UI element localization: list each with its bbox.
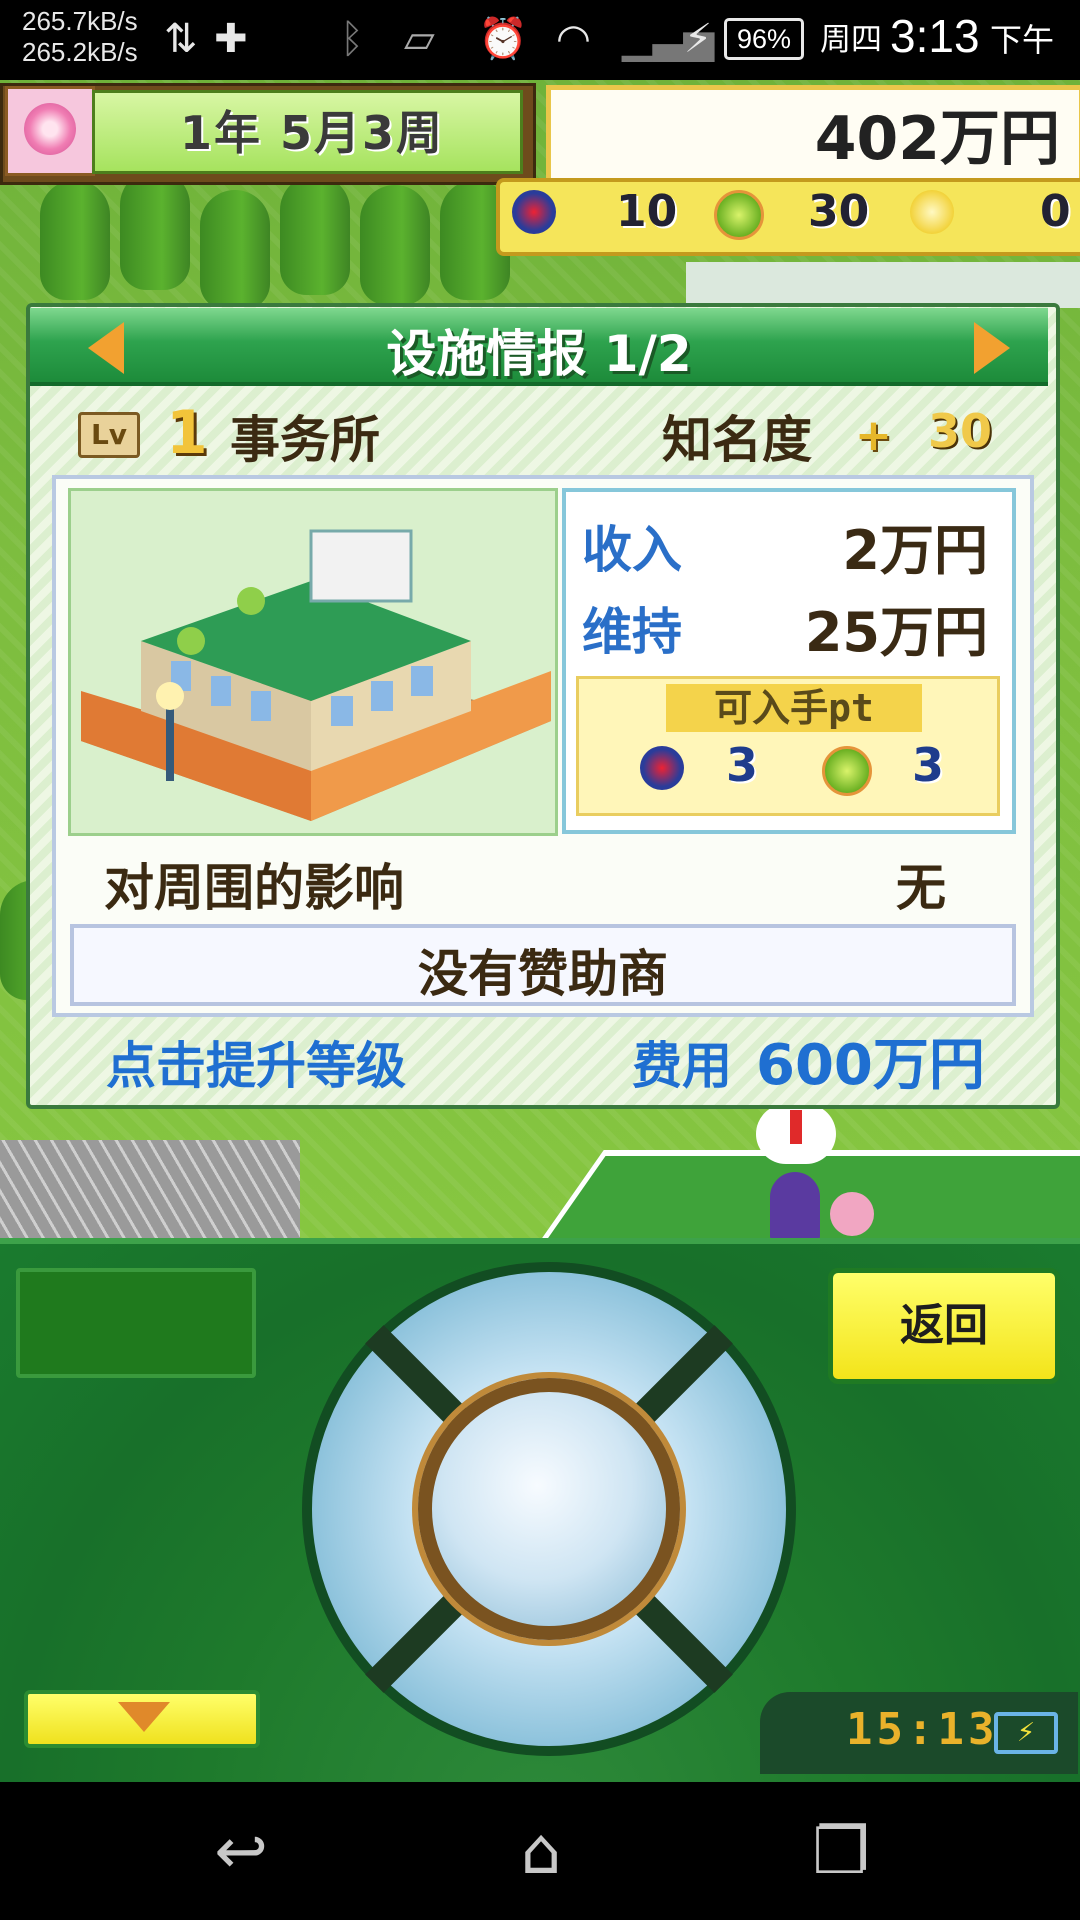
- facility-image: [68, 488, 558, 836]
- battery-icon: ⚡: [994, 1712, 1058, 1754]
- back-nav-icon[interactable]: ↩: [196, 1812, 286, 1892]
- clock-time: 3:13: [890, 10, 980, 62]
- network-speed: 265.7kB/s 265.2kB/s: [22, 6, 138, 68]
- income-value: 2万円: [842, 519, 988, 582]
- tree: [200, 190, 270, 310]
- medical-plus-icon: ✚: [214, 16, 248, 62]
- lightbulb-icon: [910, 190, 954, 234]
- cost-value: 600万円: [756, 1033, 985, 1098]
- upkeep-value: 25万円: [804, 601, 988, 664]
- fame-label: 知名度: [662, 411, 812, 469]
- prev-arrow-icon[interactable]: [88, 322, 124, 374]
- sponsor-text: 没有赞助商: [418, 945, 668, 1003]
- shield-icon: [640, 746, 684, 790]
- tennis-racket-icon: [830, 1192, 874, 1236]
- tennis-ball-icon: [822, 746, 872, 796]
- income-label: 收入: [582, 521, 682, 579]
- facility-name: 事务所: [230, 411, 380, 469]
- obtainable-points-label: 可入手pt: [666, 684, 922, 732]
- office-building-icon: [81, 529, 551, 821]
- game-date: 1年 5月3周: [180, 106, 445, 160]
- dpad-center-button[interactable]: [418, 1378, 680, 1640]
- charging-icon: ⚡: [684, 16, 713, 62]
- upkeep-label: 维持: [582, 603, 682, 661]
- bluetooth-icon: ᛒ: [340, 16, 364, 62]
- shield-gain: 3: [726, 738, 759, 792]
- tennis-ball-icon: [714, 190, 764, 240]
- avatar[interactable]: [5, 86, 95, 176]
- alarm-icon: ⏰: [478, 16, 528, 62]
- battery-level: 96%: [724, 18, 804, 60]
- flower-icon: [24, 103, 76, 155]
- level-badge: Lv: [78, 412, 140, 458]
- next-arrow-icon[interactable]: [974, 322, 1010, 374]
- chevron-down-icon: [118, 1702, 170, 1732]
- network-download-speed: 265.2kB/s: [22, 37, 138, 67]
- upgrade-level-link[interactable]: 点击提升等级: [106, 1026, 406, 1098]
- idea-points: 0: [1040, 186, 1071, 237]
- clock-ampm: 下午: [990, 21, 1055, 59]
- ball-points: 30: [808, 186, 870, 237]
- tree: [280, 175, 350, 295]
- network-upload-speed: 265.7kB/s: [22, 6, 138, 36]
- status-bar: 265.7kB/s 265.2kB/s ⇅ ✚ ᛒ ▱ ⏰ ◠ ▁▃▅ ⚡ 96…: [0, 0, 1080, 80]
- fame-value: 30: [928, 404, 993, 458]
- cost-label: 费用: [632, 1037, 732, 1095]
- facility-level: 1: [166, 398, 208, 468]
- tree: [360, 185, 430, 305]
- points-bar: [496, 178, 1080, 256]
- exclamation-bubble-icon[interactable]: [756, 1104, 836, 1164]
- fence: [0, 1140, 300, 1242]
- menu-toggle-button[interactable]: [24, 1690, 260, 1748]
- panel-title: 设施情报 1/2: [386, 325, 692, 383]
- wifi-icon: ◠: [556, 16, 591, 62]
- home-icon[interactable]: ⌂: [496, 1812, 586, 1892]
- controller-screen: [16, 1268, 256, 1378]
- ball-gain: 3: [912, 738, 945, 792]
- shield-icon: [512, 190, 556, 234]
- background-sign: [686, 262, 1080, 308]
- money-amount: 402万円: [814, 104, 1060, 174]
- vibrate-icon: ▱: [404, 16, 435, 62]
- tree: [120, 170, 190, 290]
- player-character[interactable]: [770, 1172, 820, 1242]
- influence-value: 无: [896, 859, 946, 917]
- weekday: 周四: [820, 22, 882, 58]
- game-clock: 15:13: [846, 1704, 999, 1755]
- plus-icon: +: [855, 410, 892, 461]
- back-button[interactable]: 返回: [828, 1268, 1060, 1384]
- tree: [40, 180, 110, 300]
- recent-apps-icon[interactable]: ❐: [796, 1812, 886, 1892]
- data-transfer-icon: ⇅: [164, 16, 198, 62]
- influence-label: 对周围的影响: [104, 859, 404, 917]
- shield-points: 10: [616, 186, 678, 237]
